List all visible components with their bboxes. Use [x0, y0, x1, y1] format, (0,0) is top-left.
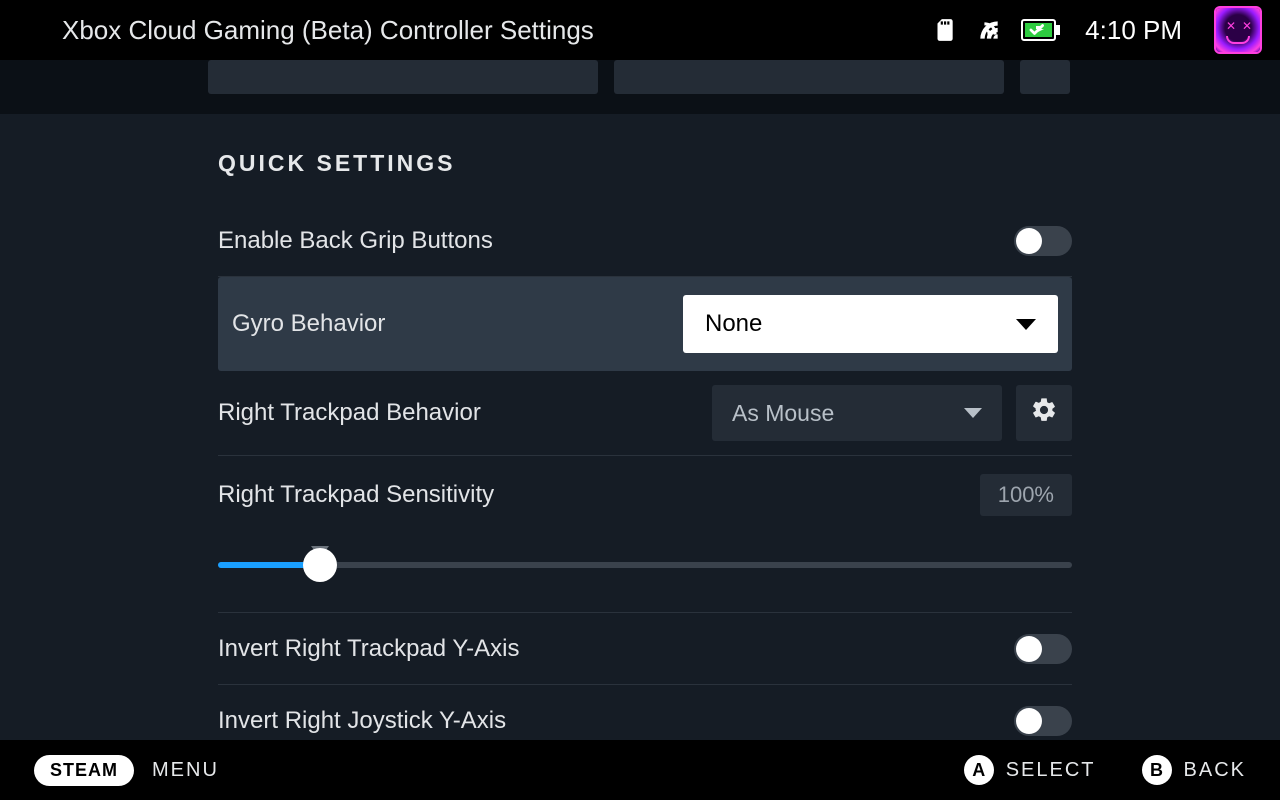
toggle-invert-trackpad-y[interactable] [1014, 634, 1072, 664]
row-label: Invert Right Trackpad Y-Axis [218, 635, 1014, 663]
row-gyro-behavior[interactable]: Gyro Behavior None [218, 277, 1072, 371]
avatar[interactable] [1216, 8, 1260, 52]
sensitivity-value: 100% [980, 474, 1072, 516]
gear-icon [1030, 396, 1058, 430]
system-tray: ✓ 4:10 PM [931, 8, 1260, 52]
toggle-back-grip[interactable] [1014, 226, 1072, 256]
settings-gear-button[interactable] [1016, 385, 1072, 441]
dropdown-value: As Mouse [732, 400, 964, 427]
row-label: Gyro Behavior [232, 310, 683, 338]
page-title: Xbox Cloud Gaming (Beta) Controller Sett… [62, 15, 931, 46]
placeholder-box [614, 60, 1004, 94]
row-label: Right Trackpad Sensitivity [218, 481, 980, 509]
placeholder-box [208, 60, 598, 94]
row-right-trackpad-behavior[interactable]: Right Trackpad Behavior As Mouse [218, 371, 1072, 456]
row-back-grip[interactable]: Enable Back Grip Buttons [218, 205, 1072, 277]
dropdown-value: None [705, 310, 1016, 338]
row-invert-trackpad-y[interactable]: Invert Right Trackpad Y-Axis [218, 613, 1072, 685]
wifi-icon [975, 17, 1003, 43]
hint-back: B BACK [1142, 755, 1246, 785]
hint-label: SELECT [1006, 759, 1096, 782]
sensitivity-slider[interactable] [218, 546, 1072, 582]
slider-track [218, 562, 1072, 568]
b-button-glyph: B [1142, 755, 1172, 785]
row-right-trackpad-sensitivity[interactable]: Right Trackpad Sensitivity 100% [218, 456, 1072, 613]
row-label: Right Trackpad Behavior [218, 399, 712, 427]
battery-icon: ✓ [1021, 19, 1061, 41]
a-button-glyph: A [964, 755, 994, 785]
placeholder-box [1020, 60, 1070, 94]
menu-label: MENU [152, 759, 219, 782]
clock: 4:10 PM [1085, 15, 1182, 46]
dropdown-gyro-behavior[interactable]: None [683, 295, 1058, 353]
footer-bar: STEAM MENU A SELECT B BACK [0, 740, 1280, 800]
hint-label: BACK [1184, 759, 1246, 782]
hint-select: A SELECT [964, 755, 1096, 785]
header-bar: Xbox Cloud Gaming (Beta) Controller Sett… [0, 0, 1280, 60]
previous-section-strip [0, 60, 1280, 114]
sd-card-icon [931, 17, 957, 43]
dropdown-right-trackpad-behavior[interactable]: As Mouse [712, 385, 1002, 441]
chevron-down-icon [964, 408, 982, 418]
settings-panel: QUICK SETTINGS Enable Back Grip Buttons … [0, 114, 1280, 740]
row-label: Enable Back Grip Buttons [218, 227, 1014, 255]
steam-button[interactable]: STEAM [34, 755, 134, 786]
chevron-down-icon [1016, 319, 1036, 330]
toggle-invert-joystick-y[interactable] [1014, 706, 1072, 736]
row-label: Invert Right Joystick Y-Axis [218, 707, 1014, 735]
section-title: QUICK SETTINGS [218, 150, 1072, 177]
slider-thumb[interactable] [303, 548, 337, 582]
